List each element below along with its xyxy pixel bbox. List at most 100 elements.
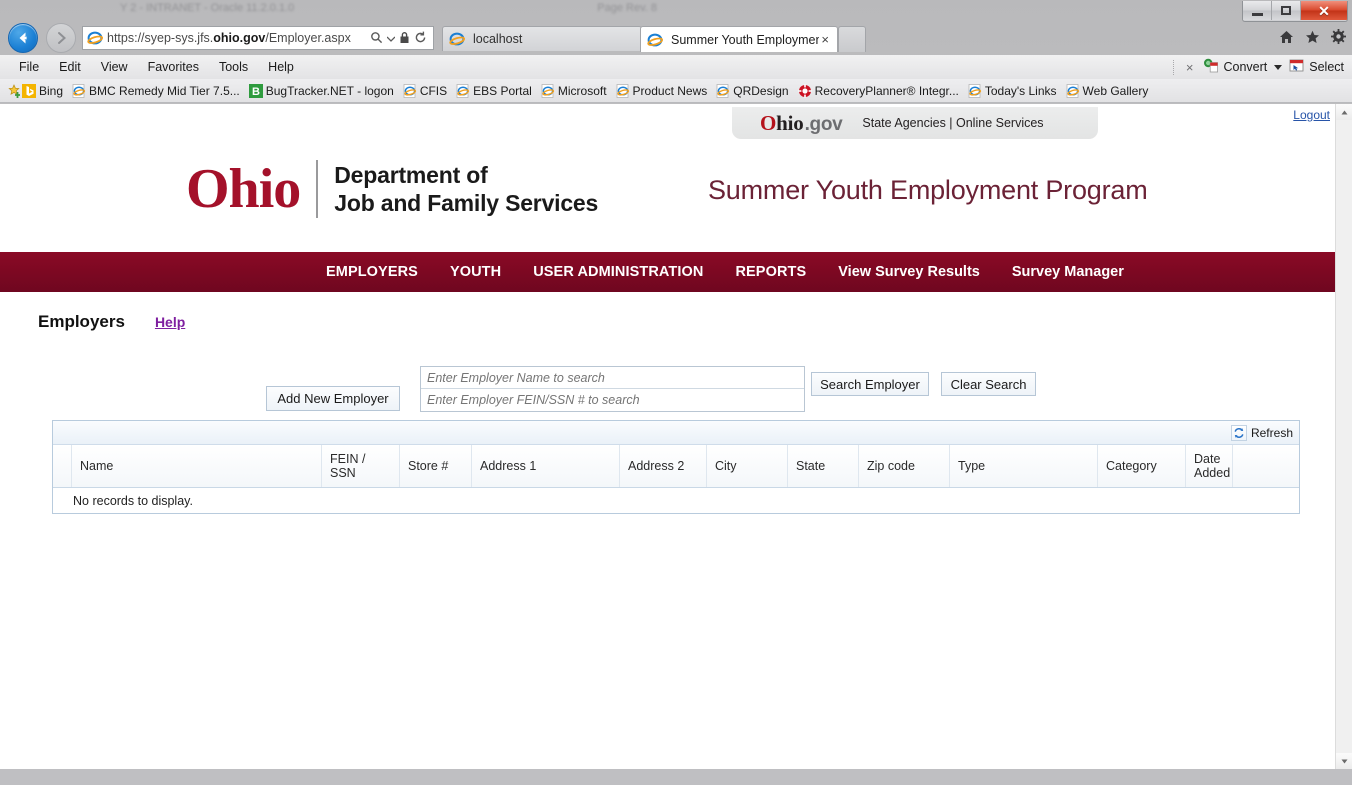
menu-item-help[interactable]: Help (259, 57, 303, 77)
page-title: Employers (38, 312, 125, 331)
favorite-label: Bing (39, 83, 64, 98)
close-icon: ✕ (1318, 2, 1330, 19)
add-new-employer-button[interactable]: Add New Employer (266, 386, 400, 411)
menu-item-favorites[interactable]: Favorites (139, 57, 208, 77)
favorites-star-icon[interactable] (1305, 30, 1320, 49)
nav-item-user-administration[interactable]: USER ADMINISTRATION (517, 264, 719, 280)
main-navigation-items: EMPLOYERS YOUTH USER ADMINISTRATION REPO… (310, 264, 1140, 280)
search-employer-button[interactable]: Search Employer (811, 372, 929, 396)
favorite-label: BMC Remedy Mid Tier 7.5... (89, 83, 240, 98)
minimize-button[interactable] (1243, 1, 1272, 20)
favorite-item-product-news[interactable]: Product News (616, 84, 707, 98)
favorite-item-cfis[interactable]: CFIS (403, 84, 447, 98)
favorite-item-bugtracker[interactable]: B BugTracker.NET - logon (248, 83, 394, 98)
favorite-label: QRDesign (733, 83, 789, 98)
site-masthead: Ohio Department of Job and Family Servic… (0, 142, 1352, 247)
internet-explorer-icon (647, 32, 664, 48)
forward-button[interactable] (46, 23, 76, 53)
select-icon (1289, 58, 1305, 76)
favorite-item-web-gallery[interactable]: Web Gallery (1066, 83, 1148, 98)
menu-item-edit[interactable]: Edit (50, 57, 90, 77)
employer-fein-search-input[interactable] (421, 389, 804, 411)
column-header-type[interactable]: Type (950, 445, 1098, 487)
favorites-bar: Bing BMC Remedy Mid Tier 7.5... B BugTra… (0, 79, 1352, 103)
page-content: Logout Ohio.gov State Agencies | Online … (0, 104, 1352, 769)
main-navigation: EMPLOYERS YOUTH USER ADMINISTRATION REPO… (0, 252, 1352, 292)
address-bar-icons (370, 31, 429, 46)
bing-icon (22, 83, 36, 98)
back-button[interactable] (8, 23, 38, 53)
nav-item-employers[interactable]: EMPLOYERS (310, 264, 434, 280)
restore-button[interactable] (1272, 1, 1301, 20)
favorite-item-todays-links[interactable]: Today's Links (968, 84, 1057, 98)
browser-tab-localhost[interactable]: localhost (442, 26, 642, 51)
agency-name-line2: Job and Family Services (334, 190, 599, 216)
internet-explorer-icon (87, 30, 104, 46)
column-header-address-1[interactable]: Address 1 (472, 445, 620, 487)
favorite-item-microsoft[interactable]: Microsoft (541, 84, 607, 98)
select-button[interactable]: Select (1289, 58, 1344, 76)
column-header-address-2[interactable]: Address 2 (620, 445, 707, 487)
favorite-item-bmc-remedy[interactable]: BMC Remedy Mid Tier 7.5... (72, 84, 240, 98)
column-header-name[interactable]: Name (72, 445, 322, 487)
convert-button[interactable]: Convert (1203, 58, 1267, 76)
address-bar[interactable]: https://syep-sys.jfs.ohio.gov/Employer.a… (82, 26, 434, 50)
add-favorites-icon[interactable] (8, 83, 22, 98)
close-button[interactable]: ✕ (1301, 1, 1347, 20)
recoveryplanner-icon (798, 83, 812, 98)
column-header-date-added[interactable]: Date Added (1186, 445, 1233, 487)
clear-search-button[interactable]: Clear Search (941, 372, 1036, 396)
grid-toolbar: Refresh (53, 421, 1299, 445)
help-link[interactable]: Help (155, 314, 185, 330)
nav-item-view-survey-results[interactable]: View Survey Results (822, 264, 996, 280)
internet-explorer-icon (1066, 83, 1080, 98)
favorite-item-ebs-portal[interactable]: EBS Portal (456, 84, 532, 98)
new-tab-button[interactable] (838, 26, 866, 52)
home-icon[interactable] (1279, 30, 1294, 49)
url-text: https://syep-sys.jfs.ohio.gov/Employer.a… (107, 31, 370, 45)
chevron-down-icon[interactable] (386, 32, 396, 44)
tab-close-icon[interactable]: × (819, 33, 831, 46)
employer-name-search-input[interactable] (421, 367, 804, 389)
tab-label: Summer Youth Employmen... (671, 32, 820, 47)
refresh-icon[interactable] (414, 31, 427, 46)
column-header-fein-ssn[interactable]: FEIN / SSN (322, 445, 400, 487)
convert-dropdown-icon[interactable] (1274, 64, 1283, 70)
scroll-down-icon[interactable] (1336, 753, 1352, 769)
logout-link[interactable]: Logout (1293, 108, 1330, 122)
search-icon[interactable] (370, 31, 383, 46)
column-header-city[interactable]: City (707, 445, 788, 487)
nav-item-survey-manager[interactable]: Survey Manager (996, 264, 1140, 280)
grid-refresh-label: Refresh (1250, 425, 1293, 440)
minimize-icon (1251, 12, 1263, 16)
menu-item-view[interactable]: View (92, 57, 137, 77)
tools-gear-icon[interactable] (1331, 29, 1346, 49)
browser-tab-summer-youth-employment[interactable]: Summer Youth Employmen... × (640, 26, 838, 52)
browser-window: Y 2 - INTRANET - Oracle 11.2.0.1.0 Page … (0, 0, 1352, 785)
favorite-item-recoveryplanner[interactable]: RecoveryPlanner® Integr... (798, 84, 959, 98)
menu-item-file[interactable]: File (10, 57, 48, 77)
column-header-store-number[interactable]: Store # (400, 445, 472, 487)
nav-item-reports[interactable]: REPORTS (719, 264, 822, 280)
close-toolbar-icon[interactable]: × (1183, 60, 1197, 75)
ohio-gov-wordmark[interactable]: Ohio.gov (760, 111, 843, 136)
column-header-category[interactable]: Category (1098, 445, 1186, 487)
column-header-zip-code[interactable]: Zip code (859, 445, 950, 487)
lock-icon[interactable] (399, 31, 410, 46)
favorite-item-qrdesign[interactable]: QRDesign (716, 83, 789, 98)
menu-item-tools[interactable]: Tools (210, 57, 257, 77)
favorite-label: RecoveryPlanner® Integr... (814, 83, 959, 98)
column-header-state[interactable]: State (788, 445, 859, 487)
ohio-gov-links[interactable]: State Agencies | Online Services (862, 116, 1043, 130)
favorite-item-bing[interactable]: Bing (22, 83, 64, 98)
grid-empty-message: No records to display. (73, 493, 193, 508)
page-scrollbar[interactable] (1335, 104, 1352, 769)
scroll-up-icon[interactable] (1336, 104, 1352, 120)
grid-refresh-button[interactable]: Refresh (1230, 424, 1293, 441)
menu-bar: File Edit View Favorites Tools Help × Co (0, 55, 1352, 80)
grid-row-selector-column (53, 445, 72, 487)
toolbar-divider (1172, 59, 1174, 75)
favorite-label: Today's Links (984, 83, 1057, 98)
agency-logo[interactable]: Ohio Department of Job and Family Servic… (186, 160, 598, 218)
nav-item-youth[interactable]: YOUTH (434, 264, 517, 280)
